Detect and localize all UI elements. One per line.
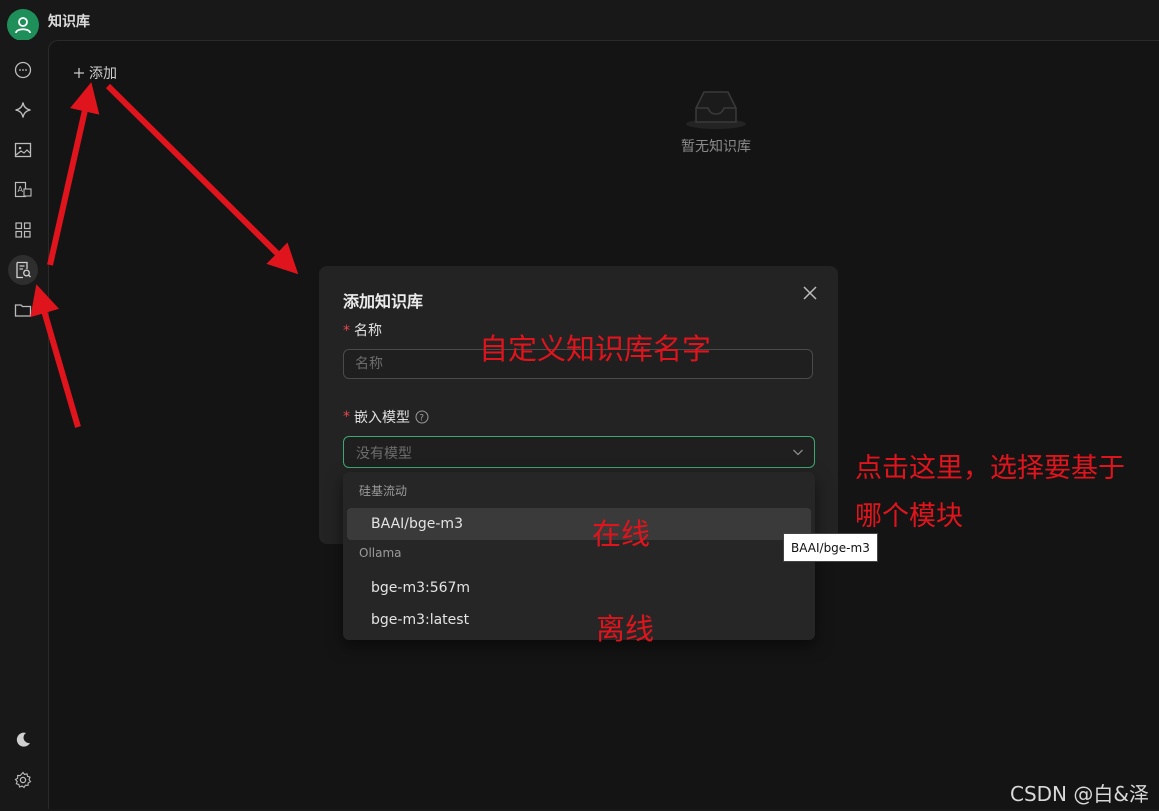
group-title-ollama: Ollama xyxy=(359,546,402,560)
sidebar-item-chat[interactable] xyxy=(8,55,38,85)
chat-icon xyxy=(14,61,32,79)
close-icon xyxy=(803,286,817,300)
group-title-siliconflow: 硅基流动 xyxy=(359,484,408,498)
help-icon[interactable]: ? xyxy=(415,410,429,424)
translate-icon: A xyxy=(14,181,32,198)
sidebar-item-apps[interactable] xyxy=(8,215,38,245)
empty-state: 暂无知识库 xyxy=(666,86,766,156)
annotation-click-note-1: 点击这里，选择要基于 xyxy=(855,453,1125,484)
empty-inbox-icon xyxy=(686,91,746,129)
chevron-down-icon xyxy=(793,449,803,456)
watermark: CSDN @白&泽 xyxy=(1010,782,1149,806)
user-avatar[interactable] xyxy=(7,9,39,41)
model-label-text: 嵌入模型 xyxy=(354,410,410,426)
knowledge-list-panel: 添加 xyxy=(48,40,272,809)
image-icon xyxy=(14,142,32,158)
add-knowledge-button[interactable]: 添加 xyxy=(73,63,117,83)
theme-toggle[interactable] xyxy=(8,725,38,755)
option-bge-m3-latest[interactable]: bge-m3:latest xyxy=(347,604,811,636)
svg-text:?: ? xyxy=(419,414,424,424)
annotation-offline: 离线 xyxy=(596,612,655,646)
annotation-name-note: 自定义知识库名字 xyxy=(479,332,712,366)
gear-icon xyxy=(14,771,32,789)
modal-close-button[interactable] xyxy=(802,285,820,303)
option-baai-bge-m3[interactable]: BAAI/bge-m3 xyxy=(347,508,811,540)
empty-state-text: 暂无知识库 xyxy=(681,139,751,155)
name-field-label: * 名称 xyxy=(343,320,382,340)
settings-button[interactable] xyxy=(8,765,38,795)
annotation-online: 在线 xyxy=(592,517,651,551)
option-tooltip: BAAI/bge-m3 xyxy=(783,533,878,562)
required-marker: * xyxy=(343,323,350,339)
sidebar-item-images[interactable] xyxy=(8,135,38,165)
option-bge-m3-567m[interactable]: bge-m3:567m xyxy=(347,572,811,604)
user-icon xyxy=(15,17,31,34)
knowledge-search-icon xyxy=(16,261,31,279)
page-title: 知识库 xyxy=(48,14,90,30)
moon-icon xyxy=(16,732,30,747)
apps-grid-icon xyxy=(15,222,31,238)
sparkle-icon xyxy=(15,102,31,118)
sidebar-item-knowledge[interactable] xyxy=(8,255,38,285)
model-field-label: * 嵌入模型 ? xyxy=(343,407,429,427)
add-button-label: 添加 xyxy=(89,66,117,82)
annotation-click-note-2: 哪个模块 xyxy=(855,501,963,532)
embedding-model-select[interactable]: 没有模型 xyxy=(343,436,815,468)
svg-text:A: A xyxy=(18,185,24,194)
title-bar: 知识库 xyxy=(0,0,1159,41)
sidebar-item-assistant[interactable] xyxy=(8,95,38,125)
select-placeholder: 没有模型 xyxy=(356,446,412,462)
plus-icon xyxy=(74,68,84,78)
sidebar-item-translate[interactable]: A xyxy=(8,175,38,205)
name-label-text: 名称 xyxy=(354,323,382,339)
modal-title: 添加知识库 xyxy=(343,292,424,311)
sidebar-item-files[interactable] xyxy=(8,295,38,325)
required-marker: * xyxy=(343,409,350,425)
folder-icon xyxy=(14,304,32,317)
sidebar-rail: A xyxy=(0,40,48,811)
model-dropdown: 硅基流动 BAAI/bge-m3 Ollama bge-m3:567m bge-… xyxy=(343,472,815,640)
